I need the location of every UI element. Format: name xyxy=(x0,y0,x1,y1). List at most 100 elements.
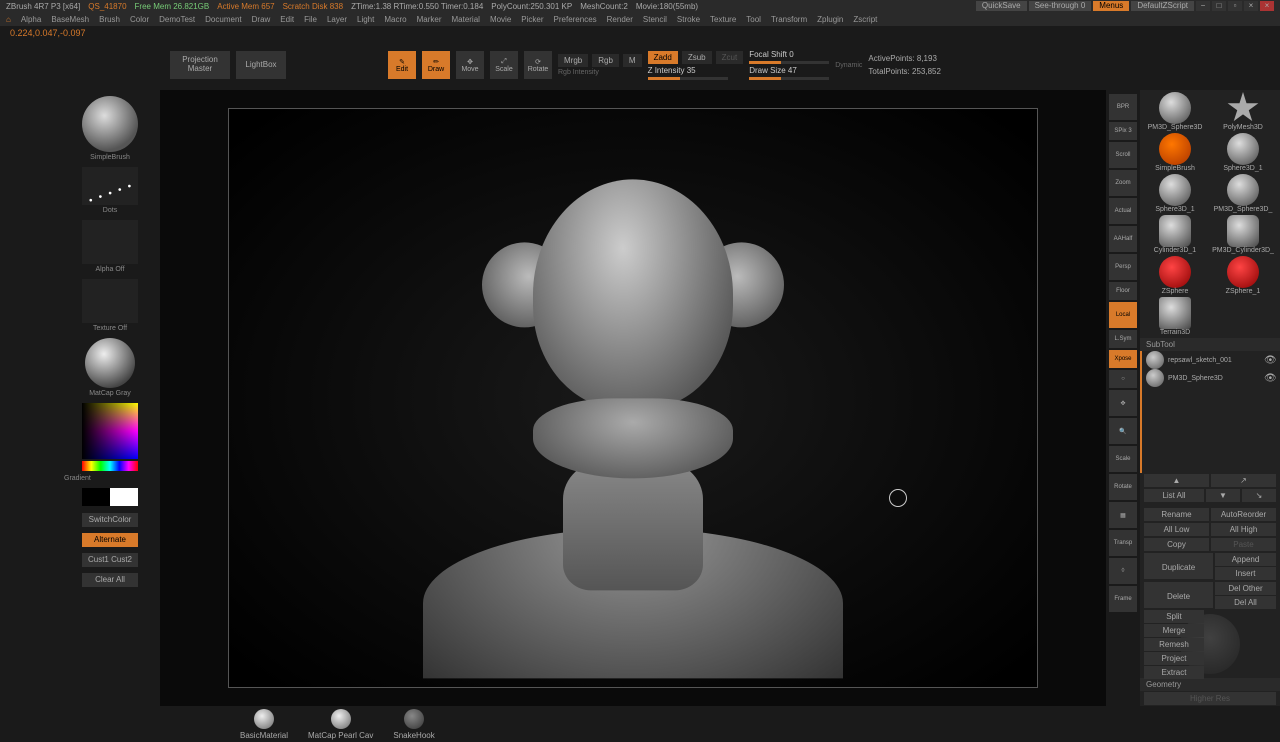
z-intensity-slider[interactable]: Z Intensity 35 xyxy=(648,66,744,80)
switchcolor-button[interactable]: SwitchColor xyxy=(82,513,138,527)
menu-stencil[interactable]: Stencil xyxy=(643,15,667,24)
close-button[interactable]: × xyxy=(1260,1,1274,11)
viewport[interactable] xyxy=(160,90,1106,706)
rgb-button[interactable]: Rgb xyxy=(592,54,619,67)
alternate-button[interactable]: Alternate xyxy=(82,533,138,547)
tool-item[interactable]: PolyMesh3D xyxy=(1210,92,1276,131)
menu-color[interactable]: Color xyxy=(130,15,149,24)
shelf-material[interactable]: BasicMaterial xyxy=(240,709,288,740)
menu-alpha[interactable]: Alpha xyxy=(21,15,41,24)
transp-button[interactable]: Transp xyxy=(1109,530,1137,556)
seethrough-button[interactable]: See-through 0 xyxy=(1029,1,1092,11)
menu-tool[interactable]: Tool xyxy=(746,15,761,24)
tool-item[interactable]: SimpleBrush xyxy=(1142,133,1208,172)
zoom-nav-button[interactable]: 🔍 xyxy=(1109,418,1137,444)
projection-master-button[interactable]: Projection Master xyxy=(170,51,230,79)
listall-button[interactable]: List All xyxy=(1144,489,1204,502)
home-icon[interactable]: ⌂ xyxy=(6,15,11,24)
actual-button[interactable]: Actual xyxy=(1109,198,1137,224)
menu-demotest[interactable]: DemoTest xyxy=(159,15,195,24)
menu-edit[interactable]: Edit xyxy=(280,15,294,24)
rotate-nav-button[interactable]: Rotate xyxy=(1109,474,1137,500)
move-up-button[interactable]: ▲ xyxy=(1144,474,1209,487)
swatch-white[interactable] xyxy=(110,488,138,506)
paste-button[interactable]: Paste xyxy=(1211,538,1276,551)
menu-light[interactable]: Light xyxy=(357,15,374,24)
tool-item[interactable]: Cylinder3D_1 xyxy=(1142,215,1208,254)
grid-button[interactable]: ▦ xyxy=(1109,502,1137,528)
move-nav-button[interactable]: ✥ xyxy=(1109,390,1137,416)
menu-brush[interactable]: Brush xyxy=(99,15,120,24)
higherres-button[interactable]: Higher Res xyxy=(1144,692,1276,705)
menu-document[interactable]: Document xyxy=(205,15,241,24)
tool-item[interactable]: PM3D_Sphere3D_ xyxy=(1210,174,1276,213)
clearall-button[interactable]: Clear All xyxy=(82,573,138,587)
geometry-header[interactable]: Geometry xyxy=(1140,678,1280,691)
frame-button[interactable]: Frame xyxy=(1109,586,1137,612)
tool-item[interactable]: PM3D_Sphere3D xyxy=(1142,92,1208,131)
texture-thumb[interactable]: Texture Off xyxy=(60,277,160,332)
rotate-mode-button[interactable]: ⟳Rotate xyxy=(524,51,552,79)
menu-marker[interactable]: Marker xyxy=(417,15,442,24)
menu-render[interactable]: Render xyxy=(607,15,633,24)
scroll-button[interactable]: Scroll xyxy=(1109,142,1137,168)
ghost-button[interactable]: ◊ xyxy=(1109,558,1137,584)
color-picker[interactable] xyxy=(60,401,160,471)
copy-button[interactable]: Copy xyxy=(1144,538,1209,551)
draw-mode-button[interactable]: ✏Draw xyxy=(422,51,450,79)
append-button[interactable]: Append xyxy=(1215,553,1276,566)
menu-zscript[interactable]: Zscript xyxy=(853,15,877,24)
tool-item[interactable]: Sphere3D_1 xyxy=(1142,174,1208,213)
insert-button[interactable]: Insert xyxy=(1215,567,1276,580)
draw-size-slider[interactable]: Draw Size 47 xyxy=(749,66,829,80)
spix-button[interactable]: SPix 3 xyxy=(1109,122,1137,140)
tool-item[interactable]: ZSphere xyxy=(1142,256,1208,295)
delall-button[interactable]: Del All xyxy=(1215,596,1276,609)
maximize-button[interactable]: □ xyxy=(1212,1,1226,11)
scale-nav-button[interactable]: Scale xyxy=(1109,446,1137,472)
menu-picker[interactable]: Picker xyxy=(521,15,543,24)
stroke-thumb[interactable]: Dots xyxy=(60,165,160,214)
cust-button[interactable]: Cust1 Cust2 xyxy=(82,553,138,567)
tool-item[interactable]: ZSphere_1 xyxy=(1210,256,1276,295)
menu-basemesh[interactable]: BaseMesh xyxy=(51,15,89,24)
tool-item[interactable]: Terrain3D xyxy=(1142,297,1208,336)
split-button[interactable]: Split xyxy=(1144,610,1204,623)
edit-mode-button[interactable]: ✎Edit xyxy=(388,51,416,79)
menu-macro[interactable]: Macro xyxy=(384,15,406,24)
menu-material[interactable]: Material xyxy=(451,15,479,24)
mrgb-button[interactable]: Mrgb xyxy=(558,54,588,67)
minimize-button[interactable]: − xyxy=(1196,1,1210,11)
extract-button[interactable]: Extract xyxy=(1144,666,1204,679)
brush-thumb[interactable]: SimpleBrush xyxy=(60,94,160,161)
menu-layer[interactable]: Layer xyxy=(327,15,347,24)
arrow-button[interactable]: ↘ xyxy=(1242,489,1276,502)
xlose-button[interactable]: × xyxy=(1244,1,1258,11)
menu-transform[interactable]: Transform xyxy=(771,15,807,24)
material-thumb[interactable]: MatCap Gray xyxy=(60,336,160,397)
arrow-button[interactable]: ↗ xyxy=(1211,474,1276,487)
menus-button[interactable]: Menus xyxy=(1093,1,1129,11)
lightbox-button[interactable]: LightBox xyxy=(236,51,286,79)
menu-stroke[interactable]: Stroke xyxy=(677,15,700,24)
aahalf-button[interactable]: AAHalf xyxy=(1109,226,1137,252)
subtool-header[interactable]: SubTool xyxy=(1140,338,1280,351)
tool-item[interactable]: PM3D_Cylinder3D_ xyxy=(1210,215,1276,254)
move-down-button[interactable]: ▼ xyxy=(1206,489,1240,502)
menu-zplugin[interactable]: Zplugin xyxy=(817,15,843,24)
tool-item[interactable]: Sphere3D_1 xyxy=(1210,133,1276,172)
rename-button[interactable]: Rename xyxy=(1144,508,1209,521)
restore-button[interactable]: ▫ xyxy=(1228,1,1242,11)
delother-button[interactable]: Del Other xyxy=(1215,582,1276,595)
scale-mode-button[interactable]: ⤢Scale xyxy=(490,51,518,79)
merge-button[interactable]: Merge xyxy=(1144,624,1204,637)
shelf-material[interactable]: MatCap Pearl Cav xyxy=(308,709,373,740)
delete-button[interactable]: Delete xyxy=(1144,582,1213,608)
nav-icon[interactable]: ○ xyxy=(1109,370,1137,388)
subtool-row[interactable]: repsawl_sketch_001 👁 xyxy=(1140,351,1280,369)
quicksave-button[interactable]: QuickSave xyxy=(976,1,1027,11)
alpha-thumb[interactable]: Alpha Off xyxy=(60,218,160,273)
local-button[interactable]: Local xyxy=(1109,302,1137,328)
visibility-icon[interactable]: 👁 xyxy=(1264,373,1276,384)
duplicate-button[interactable]: Duplicate xyxy=(1144,553,1213,579)
